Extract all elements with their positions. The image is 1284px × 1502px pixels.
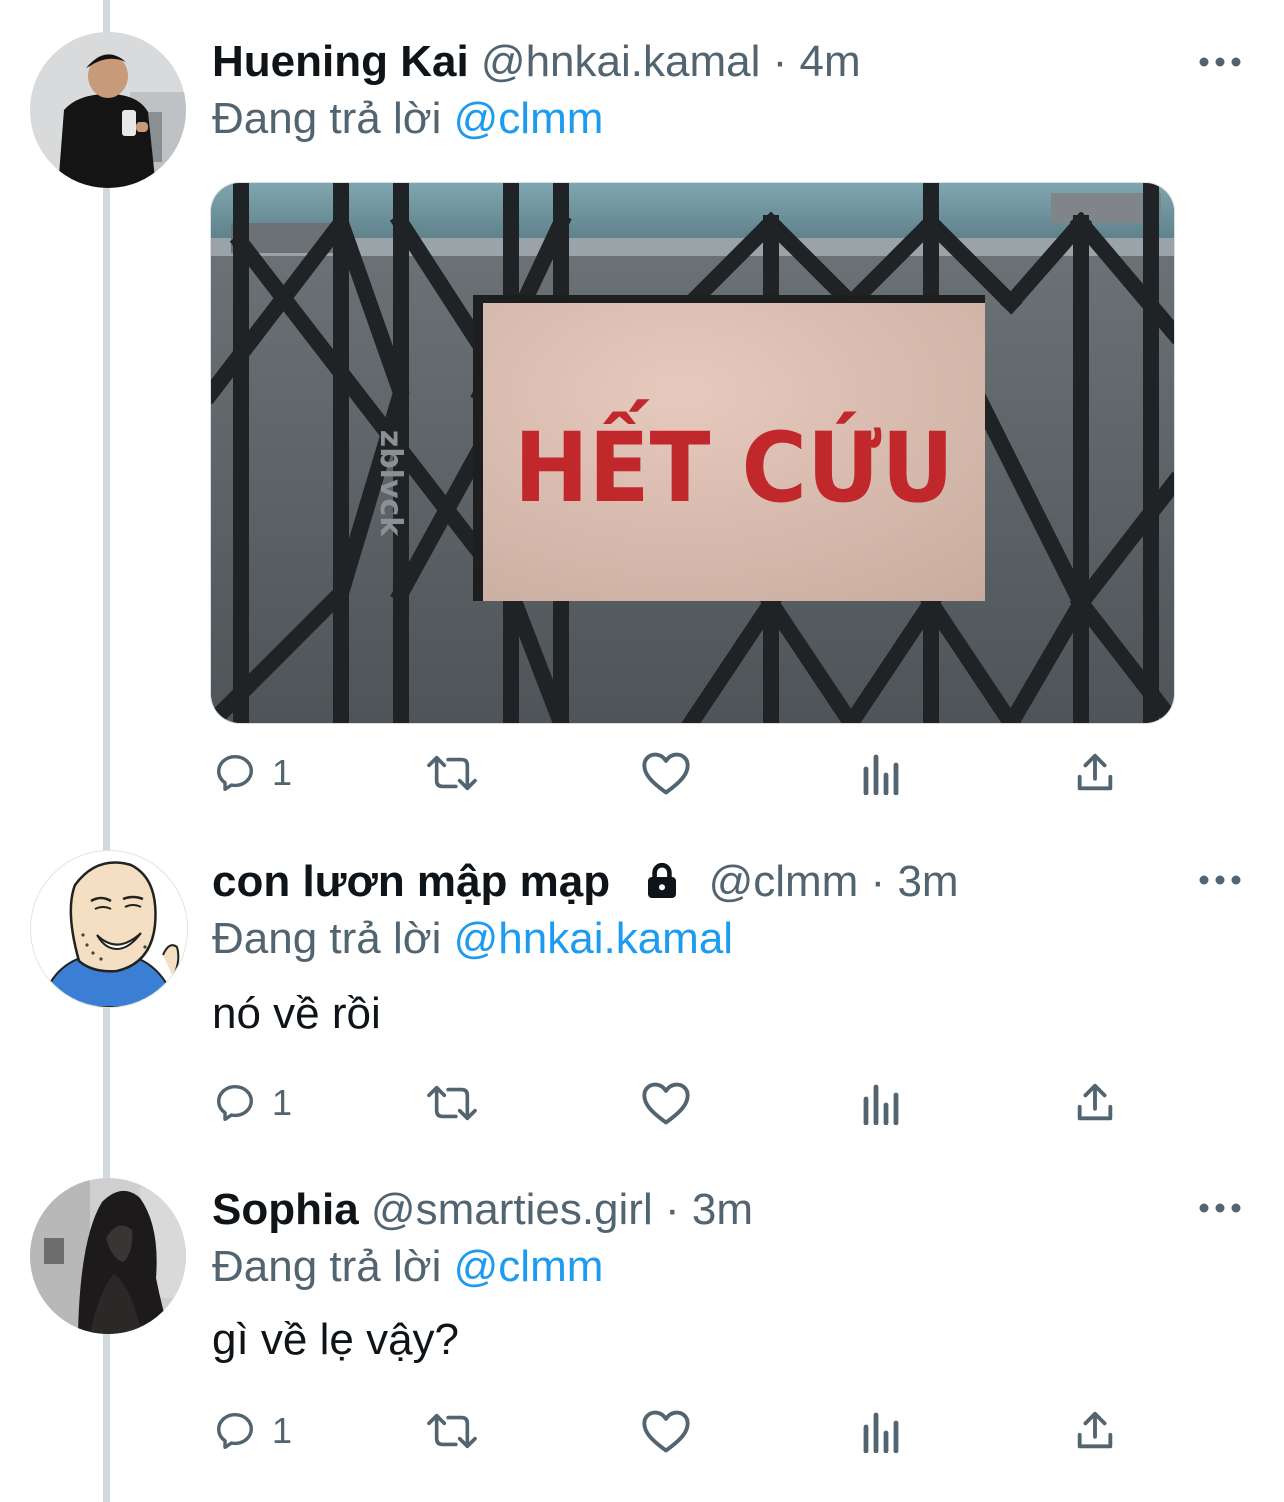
tweet-header: Huening Kai @hnkai.kamal · 4m bbox=[212, 36, 861, 88]
views-icon bbox=[863, 1084, 899, 1125]
tweet-image[interactable]: HẾT CỨU zblvck bbox=[210, 182, 1175, 724]
tweet-header: Sophia @smarties.girl · 3m bbox=[212, 1184, 753, 1236]
replying-mention[interactable]: @clmm bbox=[454, 94, 604, 143]
display-name[interactable]: Sophia bbox=[212, 1185, 359, 1234]
display-name[interactable]: Huening Kai bbox=[212, 37, 469, 86]
avatar[interactable] bbox=[30, 32, 186, 188]
views-icon bbox=[863, 1412, 899, 1453]
tweet-actions: 1 bbox=[212, 1406, 1132, 1456]
timestamp[interactable]: 3m bbox=[897, 857, 958, 906]
replying-to: Đang trả lời @hnkai.kamal bbox=[212, 913, 733, 965]
reply-button[interactable]: 1 bbox=[212, 748, 292, 798]
avatar[interactable] bbox=[30, 1178, 186, 1334]
views-button[interactable] bbox=[860, 1078, 904, 1128]
replying-to: Đang trả lời @clmm bbox=[212, 93, 603, 145]
tweet-actions: 1 bbox=[212, 748, 1132, 798]
share-icon bbox=[1077, 1411, 1113, 1449]
reply-button[interactable]: 1 bbox=[212, 1078, 292, 1128]
like-button[interactable] bbox=[640, 1078, 692, 1128]
reply-count: 1 bbox=[272, 1082, 293, 1123]
replying-mention[interactable]: @hnkai.kamal bbox=[454, 914, 733, 963]
replying-prefix: Đang trả lời bbox=[212, 94, 442, 143]
replying-to: Đang trả lời @clmm bbox=[212, 1241, 603, 1293]
retweet-button[interactable] bbox=[424, 1078, 480, 1128]
like-button[interactable] bbox=[640, 1406, 692, 1456]
user-handle[interactable]: @smarties.girl bbox=[371, 1185, 653, 1234]
avatar[interactable] bbox=[30, 850, 188, 1008]
views-button[interactable] bbox=[860, 1406, 904, 1456]
display-name[interactable]: con lươn mập mạp bbox=[212, 857, 610, 906]
retweet-icon bbox=[427, 755, 477, 791]
separator: · bbox=[870, 857, 886, 906]
retweet-button[interactable] bbox=[424, 1406, 480, 1456]
replying-prefix: Đang trả lời bbox=[212, 1242, 442, 1291]
like-icon bbox=[642, 1082, 690, 1125]
timestamp[interactable]: 4m bbox=[800, 37, 861, 86]
more-icon[interactable] bbox=[1196, 1198, 1244, 1218]
share-icon bbox=[1077, 1083, 1113, 1121]
reply-count: 1 bbox=[272, 752, 293, 793]
tweet-header: con lươn mập mạp @clmm · 3m bbox=[212, 856, 959, 908]
reply-button[interactable]: 1 bbox=[212, 1406, 292, 1456]
reply-icon bbox=[216, 1084, 254, 1122]
views-icon bbox=[863, 754, 899, 795]
like-icon bbox=[642, 752, 690, 795]
views-button[interactable] bbox=[860, 748, 904, 798]
share-icon bbox=[1077, 753, 1113, 791]
watermark: zblvck bbox=[373, 430, 408, 538]
tweet-text: nó về rồi bbox=[212, 989, 381, 1038]
like-button[interactable] bbox=[640, 748, 692, 798]
retweet-icon bbox=[427, 1085, 477, 1121]
replying-prefix: Đang trả lời bbox=[212, 914, 442, 963]
separator: · bbox=[772, 37, 788, 86]
like-icon bbox=[642, 1410, 690, 1453]
tweet-text: gì về lẹ vậy? bbox=[212, 1315, 460, 1364]
share-button[interactable] bbox=[1072, 1406, 1118, 1456]
reply-icon bbox=[216, 1412, 254, 1450]
reply-count: 1 bbox=[272, 1410, 293, 1451]
share-button[interactable] bbox=[1072, 1078, 1118, 1128]
share-button[interactable] bbox=[1072, 748, 1118, 798]
more-icon[interactable] bbox=[1196, 870, 1244, 890]
reply-icon bbox=[216, 754, 254, 792]
lock-icon bbox=[648, 862, 677, 898]
user-handle[interactable]: @clmm bbox=[709, 857, 859, 906]
more-icon[interactable] bbox=[1196, 52, 1244, 72]
timestamp[interactable]: 3m bbox=[692, 1185, 753, 1234]
user-handle[interactable]: @hnkai.kamal bbox=[481, 37, 760, 86]
separator: · bbox=[664, 1185, 680, 1234]
retweet-icon bbox=[427, 1413, 477, 1449]
tweet-actions: 1 bbox=[212, 1078, 1132, 1128]
retweet-button[interactable] bbox=[424, 748, 480, 798]
replying-mention[interactable]: @clmm bbox=[454, 1242, 604, 1291]
sign-text: HẾT CỨU bbox=[514, 399, 954, 524]
